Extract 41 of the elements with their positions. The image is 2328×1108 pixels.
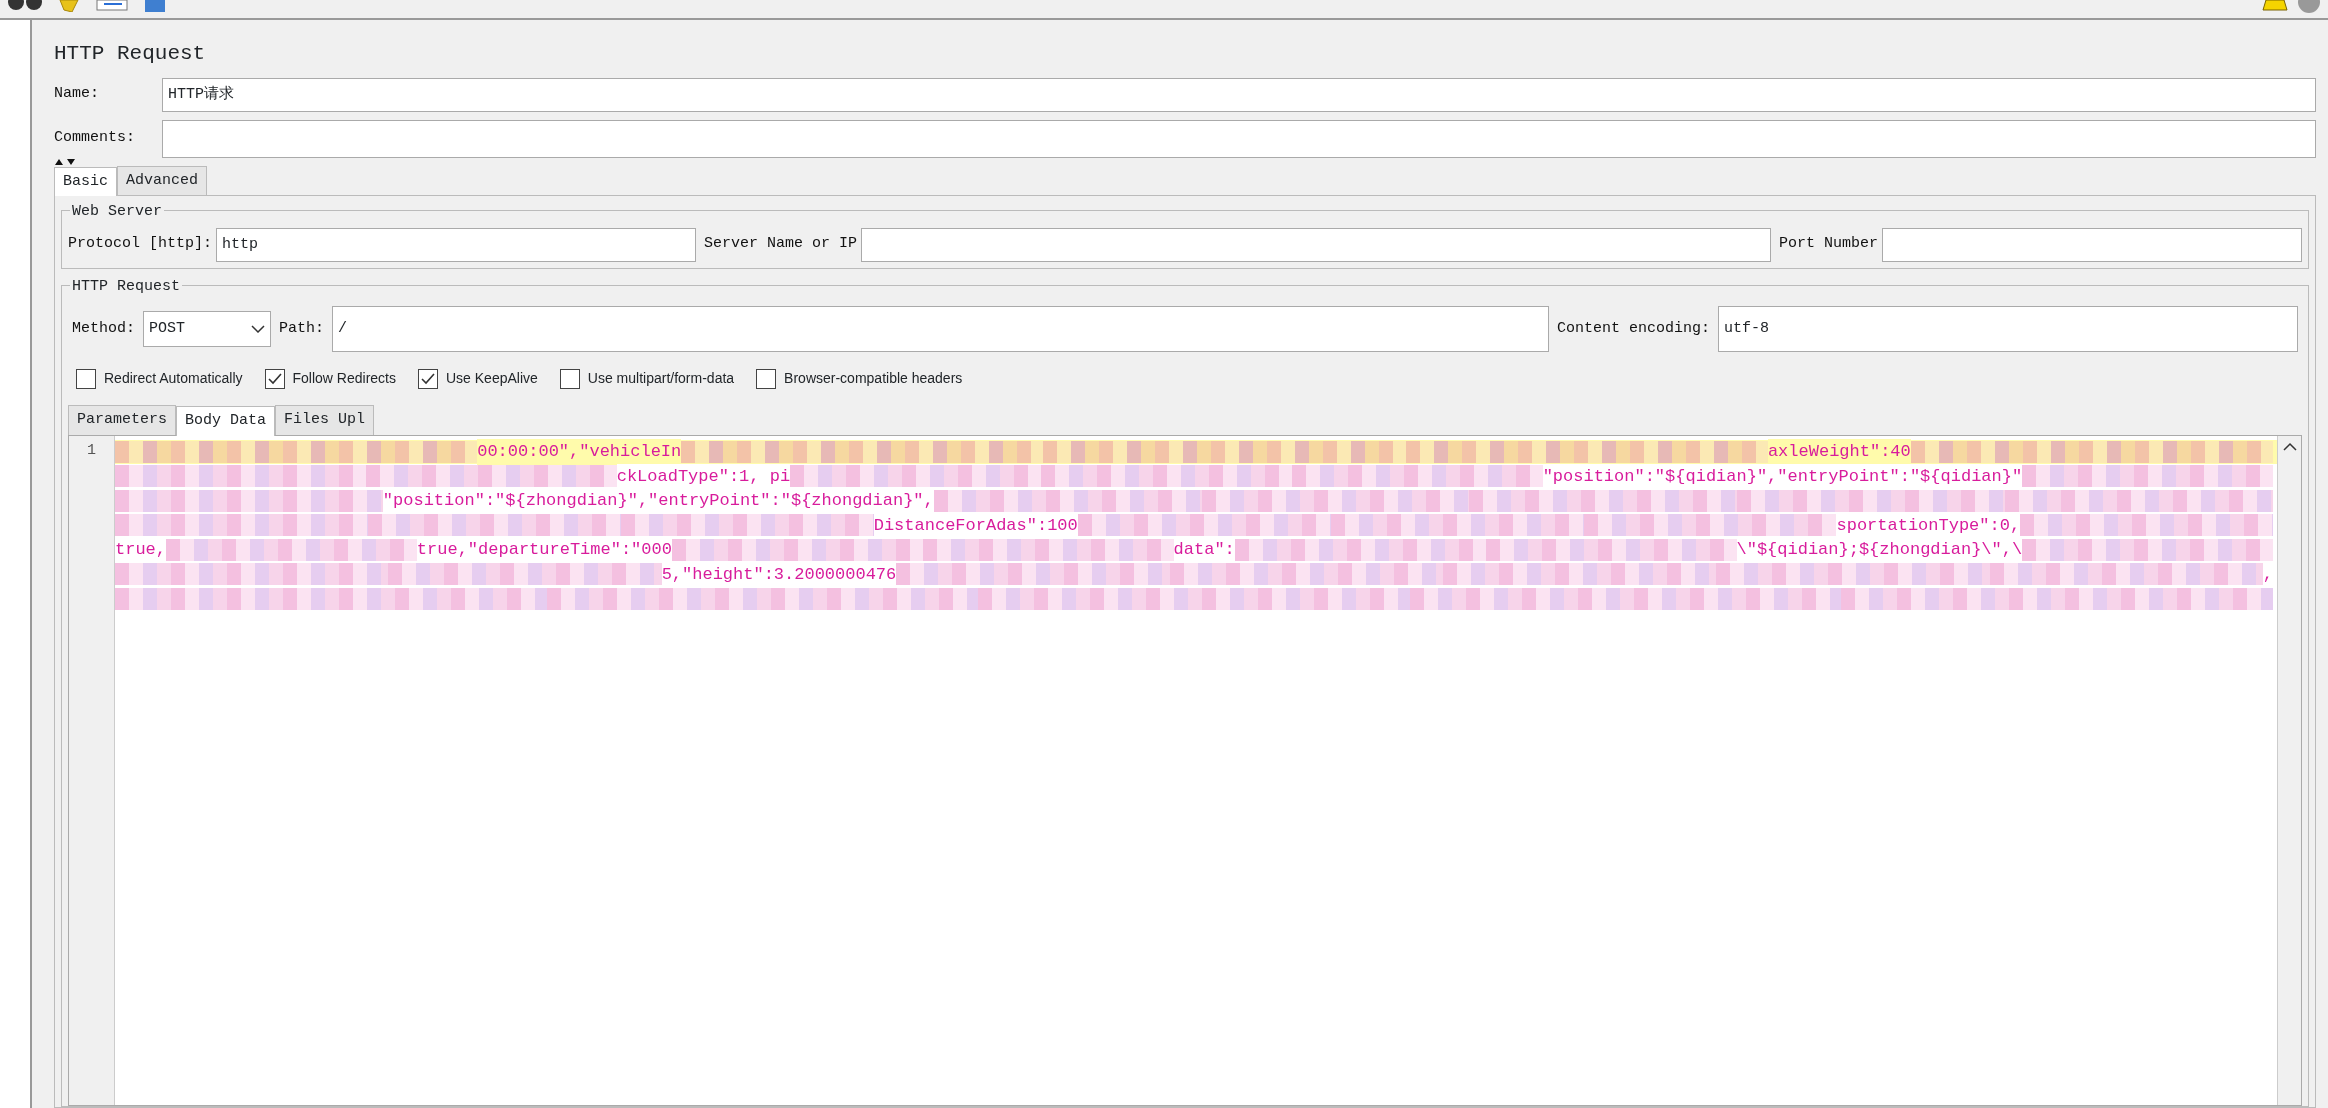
encoding-field[interactable]: utf-8 [1718,306,2298,352]
comments-field[interactable] [162,119,2316,158]
checkbox[interactable] [559,368,580,389]
protocol-field[interactable]: http [216,227,697,262]
field-label: Content encoding: [1556,318,1710,339]
tab[interactable]: Files Upl [275,405,375,435]
checkbox[interactable] [76,368,96,389]
field-label: Comments: [54,128,136,149]
field-label: Server Name or IP [704,234,858,255]
field-label: Path: [279,318,325,339]
tab[interactable]: Parameters [68,405,176,435]
method-dropdown[interactable]: POST [143,311,271,347]
checkbox-label: Follow Redirects [292,369,396,388]
scroll-up-icon[interactable] [2282,441,2297,452]
checkbox-label: Use multipart/form-data [587,369,735,388]
tab[interactable]: Basic [54,166,117,196]
name-field[interactable]: HTTP请求 [162,77,2316,112]
code-text: 00:00:00","vehicleIn [477,439,682,465]
server-field[interactable] [861,227,1771,262]
field-label: Protocol [http]: [68,234,213,255]
panel-title: HTTP Request [54,41,207,67]
splitter-arrows-icon[interactable] [54,157,76,166]
tab[interactable]: Advanced [117,165,208,195]
checkbox[interactable] [264,368,285,389]
caret-icon [251,325,265,333]
field-label: Port Number [1778,234,1878,255]
checkbox-label: Redirect Automatically [104,369,243,388]
checkbox[interactable] [418,368,438,389]
tab[interactable]: Body Data [176,406,276,436]
field-label: Name: [54,84,100,105]
checkbox-label: Browser-compatible headers [784,369,963,388]
warning-icon[interactable] [2260,0,2290,12]
checkbox[interactable] [756,368,777,389]
port-field[interactable] [1882,227,2302,262]
scrollbar[interactable] [2277,435,2301,1105]
checkbox-label: Use KeepAlive [446,369,538,388]
field-label: Method: [72,318,135,339]
list-icon[interactable] [96,0,128,12]
line-number: 1 [69,435,115,1105]
binoculars-icon[interactable] [8,0,42,12]
path-field[interactable]: / [332,306,1549,352]
